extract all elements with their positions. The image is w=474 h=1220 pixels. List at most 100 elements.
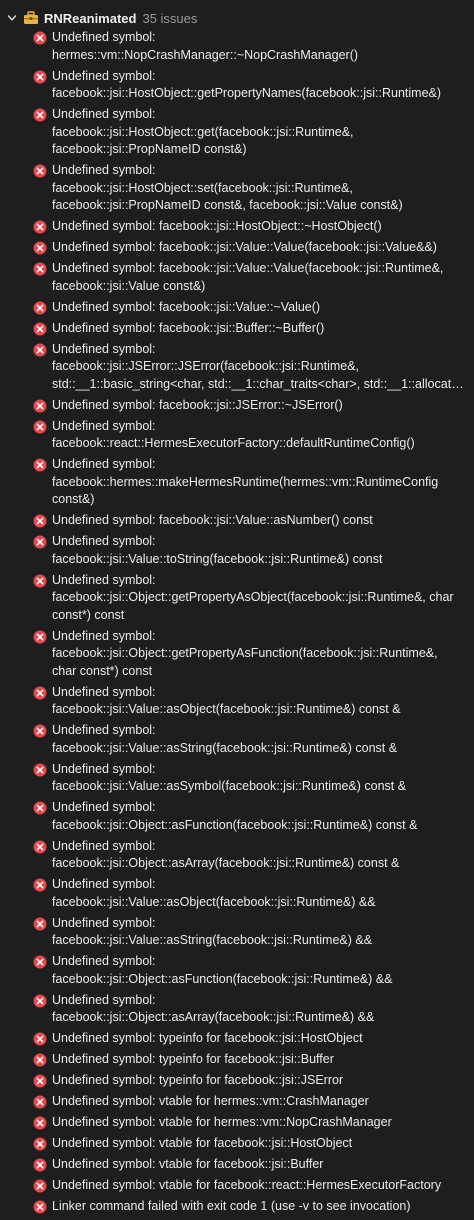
error-icon — [33, 535, 47, 549]
issue-message: Undefined symbol: hermes::vm::NopCrashMa… — [52, 30, 359, 62]
issue-row[interactable]: Undefined symbol: typeinfo for facebook:… — [0, 1030, 474, 1048]
issue-message: Undefined symbol: typeinfo for facebook:… — [52, 1052, 334, 1066]
error-icon — [33, 1179, 47, 1193]
error-icon — [33, 917, 47, 931]
issue-row[interactable]: Undefined symbol: hermes::vm::NopCrashMa… — [0, 29, 474, 64]
error-icon — [33, 514, 47, 528]
error-icon — [33, 343, 47, 357]
issue-row[interactable]: Undefined symbol: vtable for facebook::j… — [0, 1156, 474, 1174]
error-icon — [33, 1200, 47, 1214]
issue-row[interactable]: Undefined symbol: facebook::jsi::Value::… — [0, 761, 474, 796]
issue-message: Undefined symbol: facebook::react::Herme… — [52, 418, 415, 451]
issue-row[interactable]: Undefined symbol: facebook::jsi::JSError… — [0, 397, 474, 415]
issue-list: Undefined symbol: hermes::vm::NopCrashMa… — [0, 29, 474, 1216]
error-icon — [33, 763, 47, 777]
issue-row[interactable]: Undefined symbol: facebook::jsi::HostObj… — [0, 106, 474, 159]
error-icon — [33, 262, 47, 276]
issue-message: Undefined symbol: vtable for hermes::vm:… — [52, 1115, 392, 1129]
issue-message: Undefined symbol: facebook::jsi::Value::… — [52, 240, 437, 254]
issue-message: Undefined symbol: vtable for facebook::r… — [52, 1178, 442, 1192]
issue-row[interactable]: Undefined symbol: facebook::jsi::Value::… — [0, 299, 474, 317]
issue-group-header[interactable]: RNReanimated 35 issues — [0, 7, 474, 29]
issue-row[interactable]: Undefined symbol: facebook::jsi::Value::… — [0, 239, 474, 257]
issue-row[interactable]: Undefined symbol: facebook::jsi::Object:… — [0, 572, 474, 625]
error-icon — [33, 1158, 47, 1172]
issue-row[interactable]: Undefined symbol: facebook::jsi::Object:… — [0, 628, 474, 681]
issue-row[interactable]: Undefined symbol: typeinfo for facebook:… — [0, 1051, 474, 1069]
group-title: RNReanimated — [44, 10, 137, 26]
issue-count: 35 issues — [142, 10, 198, 26]
error-icon — [33, 108, 47, 122]
issue-row[interactable]: Undefined symbol: facebook::jsi::Value::… — [0, 876, 474, 911]
error-icon — [33, 1053, 47, 1067]
issue-message: Undefined symbol: facebook::hermes::make… — [52, 457, 439, 506]
issue-message: Undefined symbol: facebook::jsi::Value::… — [52, 915, 373, 948]
issue-row[interactable]: Undefined symbol: vtable for hermes::vm:… — [0, 1114, 474, 1132]
error-icon — [33, 70, 47, 84]
error-icon — [33, 801, 47, 815]
issue-row[interactable]: Undefined symbol: facebook::jsi::HostObj… — [0, 218, 474, 236]
issue-row[interactable]: Linker command failed with exit code 1 (… — [0, 1198, 474, 1216]
issue-row[interactable]: Undefined symbol: facebook::jsi::Object:… — [0, 992, 474, 1027]
issue-message: Undefined symbol: vtable for facebook::j… — [52, 1136, 353, 1150]
error-icon — [33, 301, 47, 315]
issue-row[interactable]: Undefined symbol: facebook::jsi::Object:… — [0, 953, 474, 988]
toolbox-icon — [23, 11, 39, 25]
issue-row[interactable]: Undefined symbol: facebook::jsi::Value::… — [0, 684, 474, 719]
error-icon — [33, 840, 47, 854]
issue-message: Undefined symbol: facebook::jsi::HostObj… — [52, 68, 442, 101]
error-icon — [33, 878, 47, 892]
error-icon — [33, 955, 47, 969]
issue-message: Undefined symbol: typeinfo for facebook:… — [52, 1073, 344, 1087]
chevron-down-icon[interactable] — [6, 12, 18, 24]
issue-message: Undefined symbol: vtable for hermes::vm:… — [52, 1094, 369, 1108]
issue-row[interactable]: Undefined symbol: facebook::jsi::Object:… — [0, 838, 474, 873]
issue-row[interactable]: Undefined symbol: vtable for facebook::j… — [0, 1135, 474, 1153]
error-icon — [33, 574, 47, 588]
error-icon — [33, 322, 47, 336]
issue-row[interactable]: Undefined symbol: facebook::jsi::Object:… — [0, 799, 474, 834]
issue-message: Undefined symbol: facebook::jsi::JSError… — [52, 341, 464, 391]
error-icon — [33, 220, 47, 234]
error-icon — [33, 241, 47, 255]
error-icon — [33, 686, 47, 700]
issue-message: Undefined symbol: facebook::jsi::Value::… — [52, 684, 401, 717]
issue-message: Undefined symbol: facebook::jsi::Value::… — [52, 534, 383, 566]
issue-message: Undefined symbol: facebook::jsi::Value::… — [52, 723, 398, 755]
issue-row[interactable]: Undefined symbol: facebook::jsi::Value::… — [0, 915, 474, 950]
error-icon — [33, 994, 47, 1008]
issue-message: Undefined symbol: facebook::jsi::JSError… — [52, 397, 343, 412]
issue-message: Linker command failed with exit code 1 (… — [52, 1199, 411, 1213]
issue-row[interactable]: Undefined symbol: facebook::react::Herme… — [0, 418, 474, 453]
error-icon — [33, 1095, 47, 1109]
issue-row[interactable]: Undefined symbol: facebook::jsi::Value::… — [0, 260, 474, 295]
issue-row[interactable]: Undefined symbol: facebook::jsi::Value::… — [0, 533, 474, 568]
error-icon — [33, 1032, 47, 1046]
issue-message: Undefined symbol: facebook::jsi::Object:… — [52, 572, 454, 622]
issue-row[interactable]: Undefined symbol: facebook::jsi::HostObj… — [0, 68, 474, 103]
error-icon — [33, 164, 47, 178]
issue-message: Undefined symbol: facebook::jsi::Object:… — [52, 628, 438, 678]
issue-message: Undefined symbol: facebook::jsi::Value::… — [52, 761, 407, 794]
issue-row[interactable]: Undefined symbol: vtable for hermes::vm:… — [0, 1093, 474, 1111]
error-icon — [33, 724, 47, 738]
issue-row[interactable]: Undefined symbol: facebook::jsi::Value::… — [0, 512, 474, 530]
issue-message: Undefined symbol: facebook::jsi::Value::… — [52, 261, 444, 293]
issue-row[interactable]: Undefined symbol: vtable for facebook::r… — [0, 1177, 474, 1195]
error-icon — [33, 31, 47, 45]
issue-message: Undefined symbol: facebook::jsi::Object:… — [52, 992, 375, 1025]
issue-row[interactable]: Undefined symbol: facebook::jsi::HostObj… — [0, 162, 474, 215]
issue-message: Undefined symbol: facebook::jsi::Object:… — [52, 838, 400, 871]
issue-row[interactable]: Undefined symbol: facebook::hermes::make… — [0, 456, 474, 509]
error-icon — [33, 458, 47, 472]
error-icon — [33, 1074, 47, 1088]
issue-row[interactable]: Undefined symbol: typeinfo for facebook:… — [0, 1072, 474, 1090]
issue-message: Undefined symbol: facebook::jsi::Buffer:… — [52, 320, 325, 335]
issue-message: Undefined symbol: typeinfo for facebook:… — [52, 1031, 363, 1045]
issue-message: Undefined symbol: vtable for facebook::j… — [52, 1157, 324, 1171]
issue-row[interactable]: Undefined symbol: facebook::jsi::Buffer:… — [0, 320, 474, 338]
issue-message: Undefined symbol: facebook::jsi::HostObj… — [52, 107, 354, 156]
issue-row[interactable]: Undefined symbol: facebook::jsi::JSError… — [0, 341, 474, 394]
issue-row[interactable]: Undefined symbol: facebook::jsi::Value::… — [0, 722, 474, 757]
issue-navigator: RNReanimated 35 issues Undefined symbol:… — [0, 0, 474, 1214]
